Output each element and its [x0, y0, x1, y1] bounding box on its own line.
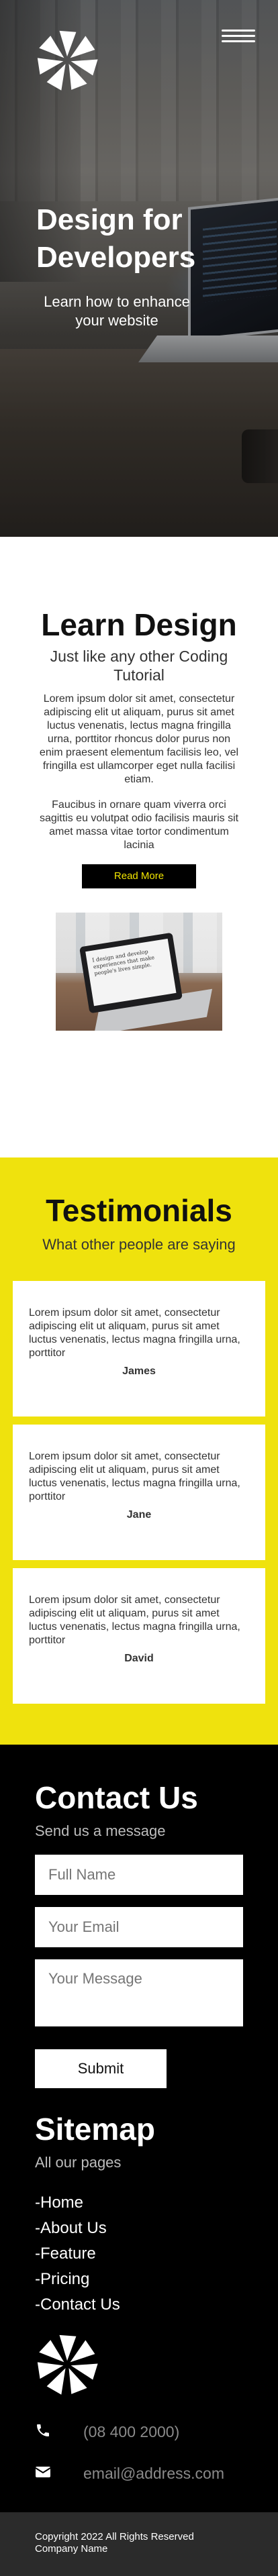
learn-paragraph: Faucibus in ornare quam viverra orci sag… — [39, 799, 239, 851]
contact-title: Contact Us — [35, 1780, 198, 1815]
copyright-bar: Copyright 2022 All Rights Reserved Compa… — [0, 2512, 278, 2576]
testimonial-author: Jane — [126, 1509, 152, 1521]
testimonial-card: Lorem ipsum dolor sit amet, consectetur … — [13, 1568, 265, 1704]
sitemap-link-pricing[interactable]: -Pricing — [35, 2267, 278, 2292]
learn-tagline: Just like any other Coding Tutorial — [50, 648, 228, 684]
testimonials-section: Testimonials What other people are sayin… — [0, 1157, 278, 1745]
pinwheel-logo-icon — [37, 2334, 98, 2395]
sitemap-tagline: All our pages — [35, 2154, 122, 2171]
email-field[interactable] — [35, 1907, 243, 1947]
testimonial-list: Lorem ipsum dolor sit amet, consectetur … — [0, 1281, 278, 1704]
sitemap-link-home[interactable]: -Home — [35, 2190, 278, 2216]
sitemap: Sitemap All our pages -Home -About Us -F… — [35, 2111, 278, 2318]
envelope-icon — [35, 2465, 83, 2482]
sitemap-links: -Home -About Us -Feature -Pricing -Conta… — [35, 2190, 278, 2318]
learn-title: Learn Design — [41, 607, 237, 642]
hero-title: Design for Developers — [36, 203, 196, 274]
menu-bar — [222, 30, 255, 32]
message-field[interactable] — [35, 1959, 243, 2026]
company-name: Company Name — [35, 2543, 108, 2555]
testimonial-author: James — [122, 1366, 156, 1377]
testimonial-text: Lorem ipsum dolor sit amet, consectetur … — [29, 1451, 240, 1502]
testimonials-tagline: What other people are saying — [42, 1236, 236, 1253]
menu-bar — [222, 40, 255, 42]
sitemap-title: Sitemap — [35, 2112, 155, 2147]
learn-paragraph: Lorem ipsum dolor sit amet, consectetur … — [39, 693, 239, 785]
sitemap-link-feature[interactable]: -Feature — [35, 2241, 278, 2267]
copyright-text: Copyright 2022 All Rights Reserved — [35, 2531, 194, 2542]
phone-row: (08 400 2000) — [35, 2420, 278, 2443]
sitemap-link-about[interactable]: -About Us — [35, 2216, 278, 2241]
phone-icon — [35, 2422, 83, 2442]
sitemap-link-contact[interactable]: -Contact Us — [35, 2292, 278, 2318]
hero-section: Design for Developers Learn how to enhan… — [0, 0, 278, 537]
testimonials-title: Testimonials — [46, 1193, 232, 1228]
full-name-field[interactable] — [35, 1855, 243, 1895]
learn-laptop-photo: I design and develop experiences that ma… — [56, 913, 222, 1031]
testimonial-card: Lorem ipsum dolor sit amet, consectetur … — [13, 1281, 265, 1416]
hamburger-menu-icon[interactable] — [222, 30, 255, 48]
contact-section: Contact Us Send us a message Submit Site… — [0, 1745, 278, 2512]
submit-button[interactable]: Submit — [35, 2049, 167, 2088]
hero-subtitle: Learn how to enhance your website — [44, 293, 190, 329]
read-more-button[interactable]: Read More — [82, 864, 196, 888]
testimonial-author: David — [124, 1653, 154, 1664]
pinwheel-logo-icon[interactable] — [35, 28, 99, 93]
photo-laptop-screen-text: I design and develop experiences that ma… — [85, 938, 177, 1007]
testimonial-card: Lorem ipsum dolor sit amet, consectetur … — [13, 1425, 265, 1560]
contact-tagline: Send us a message — [35, 1822, 166, 1839]
email-row: email@address.com — [35, 2462, 278, 2485]
testimonial-text: Lorem ipsum dolor sit amet, consectetur … — [29, 1307, 240, 1359]
phone-number[interactable]: (08 400 2000) — [83, 2423, 179, 2441]
menu-bar — [222, 35, 255, 37]
learn-section: Learn Design Just like any other Coding … — [0, 537, 278, 1157]
testimonial-text: Lorem ipsum dolor sit amet, consectetur … — [29, 1594, 240, 1646]
email-address[interactable]: email@address.com — [83, 2465, 224, 2483]
